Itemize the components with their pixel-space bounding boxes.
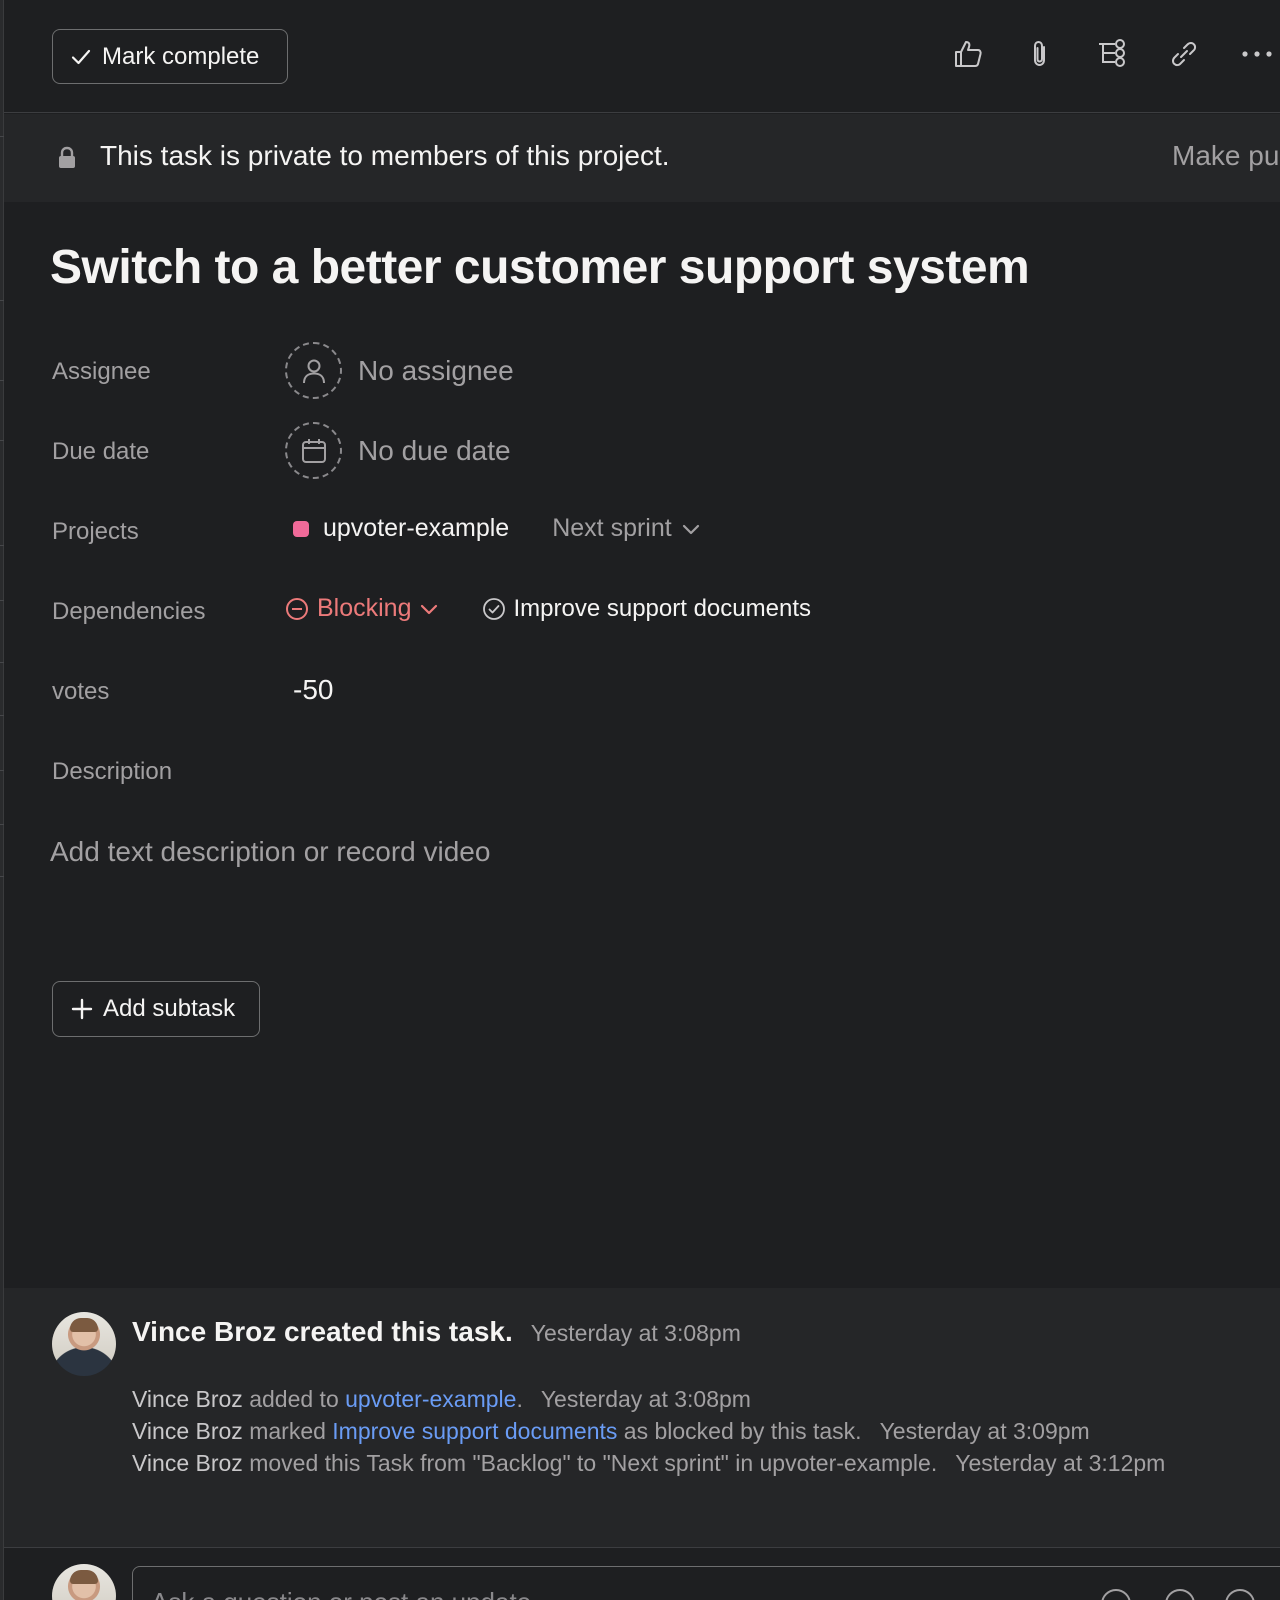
privacy-message: This task is private to members of this … (100, 140, 670, 171)
activity-actor[interactable]: Vince Broz (132, 1386, 243, 1412)
blocked-circle-icon (286, 597, 308, 620)
check-circle-icon (482, 597, 505, 620)
format-icon[interactable] (1225, 1589, 1255, 1600)
activity-event: Vince Broz added to upvoter-example. Yest… (132, 1386, 751, 1413)
activity-event: Vince Broz marked Improve support docume… (132, 1418, 1090, 1445)
description-input[interactable]: Add text description or record video (50, 836, 490, 868)
avatar (52, 1564, 116, 1600)
blocking-label: Blocking (317, 594, 412, 622)
dependency-task-name: Improve support documents (513, 594, 811, 622)
assignee-field[interactable]: No assignee (285, 342, 514, 399)
activity-event: Vince Broz moved this Task from "Backlog… (132, 1450, 1165, 1477)
activity-timestamp: Yesterday at 3:09pm (879, 1418, 1090, 1444)
emoji-icon[interactable] (1165, 1589, 1195, 1600)
activity-created-text: Vince Broz created this task. (132, 1316, 513, 1347)
subtask-icon[interactable] (1092, 34, 1132, 74)
activity-link[interactable]: upvoter-example (345, 1386, 516, 1412)
due-date-label: Due date (52, 438, 150, 465)
more-icon[interactable] (1236, 34, 1280, 74)
votes-label: votes (52, 678, 110, 705)
activity-created-timestamp: Yesterday at 3:08pm (530, 1320, 741, 1346)
activity-text: marked (242, 1418, 333, 1444)
activity-link[interactable]: Improve support documents (332, 1418, 617, 1444)
activity-text: added to (242, 1386, 346, 1412)
votes-value: -50 (293, 674, 334, 705)
activity-feed: Vince Broz created this task. Yesterday … (4, 1288, 1280, 1548)
assignee-value: No assignee (358, 354, 514, 386)
activity-actor[interactable]: Vince Broz (132, 1418, 243, 1444)
due-date-field[interactable]: No due date (285, 422, 511, 479)
add-subtask-label: Add subtask (103, 995, 236, 1022)
task-title[interactable]: Switch to a better customer support syst… (50, 240, 1030, 295)
blocking-dropdown[interactable]: Blocking (285, 594, 438, 623)
activity-text: moved this Task from "Backlog" to "Next … (242, 1450, 938, 1476)
paperclip-icon[interactable] (1020, 34, 1060, 74)
dependency-task-link[interactable]: Improve support documents (482, 595, 811, 623)
dependencies-field: Blocking Improve support documents (285, 594, 811, 623)
projects-field: upvoter-example Next sprint (285, 514, 700, 543)
activity-timestamp: Yesterday at 3:12pm (955, 1450, 1166, 1476)
section-dropdown[interactable]: Next sprint (552, 514, 699, 543)
activity-created: Vince Broz created this task. Yesterday … (132, 1316, 741, 1348)
mark-complete-label: Mark complete (102, 42, 260, 70)
votes-field[interactable]: -50 (285, 674, 333, 706)
assignee-label: Assignee (52, 358, 151, 385)
activity-text: as blocked by this task. (617, 1418, 862, 1444)
dependencies-label: Dependencies (52, 598, 206, 625)
due-date-value: No due date (358, 434, 511, 466)
privacy-banner: This task is private to members of this … (4, 114, 1280, 202)
comment-input[interactable]: Ask a question or post an update... (132, 1566, 1280, 1600)
activity-timestamp: Yesterday at 3:08pm (540, 1386, 751, 1412)
chevron-down-icon (420, 604, 437, 614)
activity-actor[interactable]: Vince Broz (132, 1450, 243, 1476)
link-icon[interactable] (1164, 34, 1204, 74)
lock-icon (59, 146, 75, 168)
make-public-link[interactable]: Make pu (1172, 140, 1279, 172)
add-subtask-button[interactable]: Add subtask (52, 981, 260, 1037)
section-name: Next sprint (552, 514, 672, 542)
chevron-down-icon (682, 524, 699, 534)
plus-icon (71, 998, 93, 1020)
description-label: Description (52, 758, 173, 785)
mark-complete-button[interactable]: Mark complete (52, 29, 288, 84)
person-icon (285, 342, 342, 399)
thumbs-up-icon[interactable] (948, 34, 988, 74)
check-icon (71, 49, 91, 64)
calendar-icon (285, 422, 342, 479)
avatar[interactable] (52, 1312, 116, 1376)
projects-label: Projects (52, 518, 139, 545)
project-color-dot (293, 520, 309, 537)
project-name[interactable]: upvoter-example (323, 514, 509, 543)
task-toolbar: Mark complete (4, 0, 1280, 113)
comment-placeholder: Ask a question or post an update... (151, 1587, 553, 1600)
activity-text: . (516, 1386, 523, 1412)
mention-icon[interactable] (1101, 1589, 1131, 1600)
